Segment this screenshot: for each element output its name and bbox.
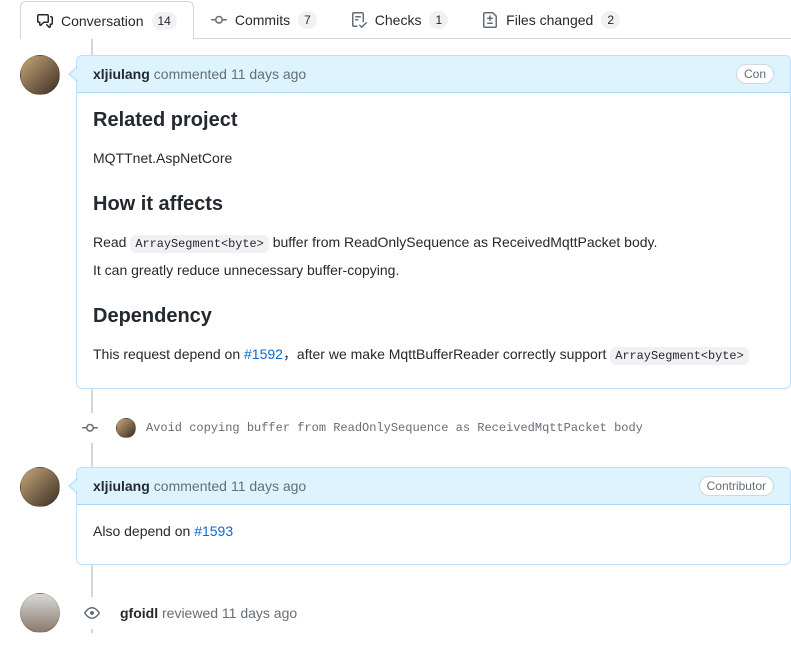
tab-counter: 7	[298, 11, 317, 29]
timeline-comment: xljiulang commented 11 days ago Con Rela…	[20, 55, 791, 389]
tab-counter: 2	[601, 11, 620, 29]
pr-tabnav: Conversation 14 Commits 7 Checks 1 Files…	[20, 1, 791, 39]
avatar[interactable]	[20, 467, 60, 507]
contributor-badge: Contributor	[699, 476, 774, 496]
comment-time-link[interactable]: 11 days ago	[231, 66, 306, 82]
code-inline: ArraySegment<byte>	[610, 347, 748, 365]
timeline-comment: xljiulang commented 11 days ago Contribu…	[20, 467, 791, 565]
timeline-review: gfoidl reviewed 11 days ago	[20, 593, 791, 633]
comment-time-link[interactable]: 11 days ago	[231, 478, 306, 494]
tab-checks[interactable]: Checks 1	[334, 1, 465, 38]
timeline: xljiulang commented 11 days ago Con Rela…	[0, 39, 791, 633]
review-icon-badge	[76, 597, 108, 629]
tab-label: Files changed	[506, 12, 593, 28]
git-commit-icon	[82, 420, 98, 436]
review-time-link[interactable]: 11 days ago	[222, 605, 297, 621]
issue-link[interactable]: #1593	[194, 523, 233, 539]
comment-box: xljiulang commented 11 days ago Con Rela…	[76, 55, 791, 389]
contributor-badge: Con	[736, 64, 774, 84]
checklist-icon	[351, 12, 367, 28]
code-inline: ArraySegment<byte>	[130, 235, 268, 253]
comment-author-link[interactable]: xljiulang	[93, 66, 150, 82]
comment-discussion-icon	[37, 13, 53, 29]
affects-text-line2: It can greatly reduce unnecessary buffer…	[93, 260, 774, 281]
heading-related-project: Related project	[93, 109, 774, 132]
affects-text-line1: Read ArraySegment<byte> buffer from Read…	[93, 232, 774, 254]
dependency-text: This request depend on #1592，after we ma…	[93, 344, 774, 366]
timeline-commit: Avoid copying buffer from ReadOnlySequen…	[76, 405, 791, 451]
comment-text: Also depend on #1593	[93, 521, 774, 542]
heading-dependency: Dependency	[93, 305, 774, 328]
avatar[interactable]	[20, 593, 60, 633]
tab-label: Commits	[235, 12, 290, 28]
commit-message[interactable]: Avoid copying buffer from ReadOnlySequen…	[146, 421, 643, 435]
tab-files-changed[interactable]: Files changed 2	[465, 1, 637, 38]
git-commit-icon	[211, 12, 227, 28]
comment-verb: commented	[154, 478, 227, 494]
issue-link[interactable]: #1592	[244, 346, 283, 362]
comment-body: Related project MQTTnet.AspNetCore How i…	[77, 93, 790, 388]
comment-header: xljiulang commented 11 days ago Con	[77, 56, 790, 93]
tab-conversation[interactable]: Conversation 14	[20, 1, 194, 39]
file-diff-icon	[482, 12, 498, 28]
review-meta: gfoidl reviewed 11 days ago	[120, 605, 297, 621]
tab-label: Conversation	[61, 13, 144, 29]
commit-badge	[75, 413, 105, 443]
tab-counter: 1	[429, 11, 448, 29]
comment-box: xljiulang commented 11 days ago Contribu…	[76, 467, 791, 565]
review-author-link[interactable]: gfoidl	[120, 605, 158, 621]
related-project-text: MQTTnet.AspNetCore	[93, 148, 774, 169]
comment-verb: commented	[154, 66, 227, 82]
avatar[interactable]	[20, 55, 60, 95]
comment-author-link[interactable]: xljiulang	[93, 478, 150, 494]
eye-icon	[84, 605, 100, 621]
tab-counter: 14	[152, 12, 177, 30]
tab-label: Checks	[375, 12, 422, 28]
comment-header: xljiulang commented 11 days ago Contribu…	[77, 468, 790, 505]
review-verb: reviewed	[162, 605, 218, 621]
tab-commits[interactable]: Commits 7	[194, 1, 334, 38]
avatar[interactable]	[116, 418, 136, 438]
comment-body: Also depend on #1593	[77, 505, 790, 564]
heading-how-it-affects: How it affects	[93, 193, 774, 216]
